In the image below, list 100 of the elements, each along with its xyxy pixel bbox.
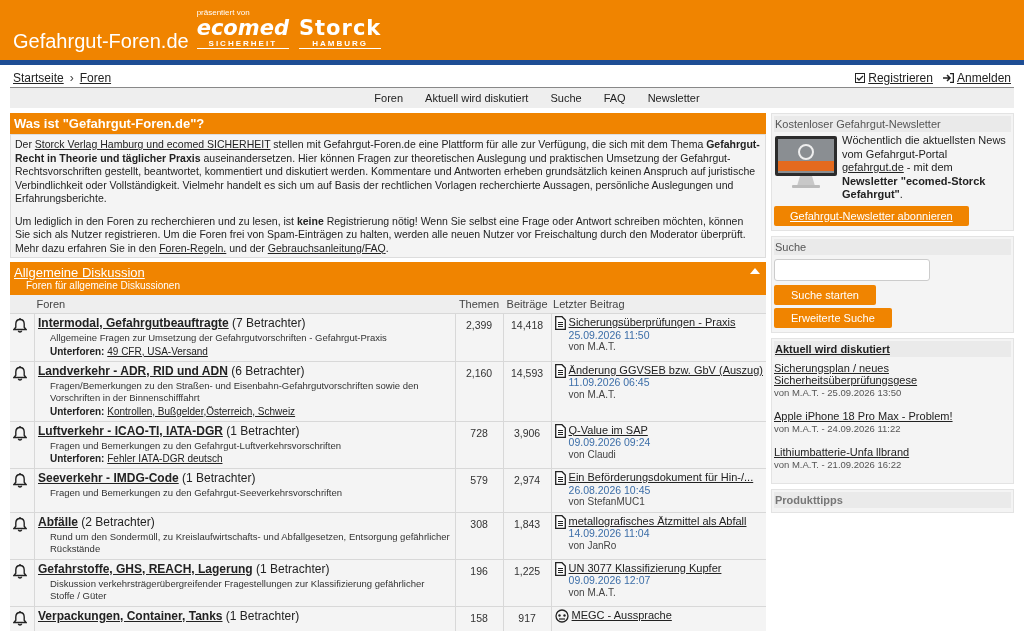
bell-icon[interactable] xyxy=(13,365,27,381)
thread-meta: von M.A.T. - 24.09.2026 11:22 xyxy=(774,422,902,435)
post-author: von JanRo xyxy=(568,539,618,552)
list-comma: , xyxy=(203,405,207,417)
category-subtitle: Foren für allgemeine Diskussionen xyxy=(25,280,180,291)
post-count: 3,906 xyxy=(513,426,541,439)
last-post-link[interactable]: UN 3077 Klassifizierung Kupfer xyxy=(568,561,722,574)
post-author: von Claudi xyxy=(568,448,617,461)
collapse-icon[interactable] xyxy=(750,268,760,274)
post-count: 917 xyxy=(518,611,536,624)
last-post-link[interactable]: Änderung GGVSEB bzw. GbV (Auszug) xyxy=(568,363,763,376)
panel-title: Kostenloser Gefahrgut-Newsletter xyxy=(774,116,1011,132)
forum-title[interactable]: Abfälle xyxy=(38,514,78,529)
thread-link[interactable]: Lithiumbatterie-Unfa llbrand xyxy=(774,446,910,459)
last-post-link[interactable]: MEGC - Aussprache xyxy=(571,608,672,621)
forum-title[interactable]: Landverkehr - ADR, RID und ADN xyxy=(38,363,228,378)
bell-icon[interactable] xyxy=(13,318,27,333)
post-count: 2,974 xyxy=(513,474,541,486)
subforum-link[interactable]: 49 CFR, USA-Versand xyxy=(107,345,208,357)
thread-link[interactable]: Sicherungsplan / neues Sicherheitsüberprüfungsgese xyxy=(774,361,1011,387)
subforum-link[interactable]: Fehler IATA-DGR deutsch xyxy=(107,453,223,464)
register-link[interactable]: Registrieren xyxy=(855,70,933,85)
last-post-link[interactable]: metallografisches Ätzmittel als Abfall xyxy=(568,514,747,527)
column-header: Beiträge xyxy=(506,298,548,310)
presented-by-text: präsentiert von xyxy=(196,7,251,17)
topic-count: 158 xyxy=(470,611,488,624)
post-date: 25.09.2026 11:50 xyxy=(568,328,651,341)
subforums-label: Unterforen: xyxy=(50,405,105,417)
monitor-drawing xyxy=(774,134,838,190)
viewer-count: (2 Betrachter) xyxy=(81,514,155,529)
forum-title[interactable]: Intermodal, Gefahrgutbeauftragte xyxy=(38,316,229,330)
column-header: Themen xyxy=(458,298,500,310)
text-link[interactable]: Gebrauchsanleitung/FAQ xyxy=(267,241,386,254)
forum-title[interactable]: Luftverkehr - ICAO-TI, IATA-DGR xyxy=(38,423,223,438)
breadcrumb-separator: › xyxy=(69,70,74,85)
viewer-count: (1 Betrachter) xyxy=(256,561,330,576)
forum-description: Fragen und Bemerkungen zu den Gefahrgut-Seeverkehrsvorschriften xyxy=(49,487,344,500)
panel-title: Produkttipps xyxy=(774,492,1011,508)
viewer-count: (7 Betrachter) xyxy=(232,316,306,330)
post-author: von StefanMUC1 xyxy=(568,496,646,509)
text-link[interactable]: Storck Verlag Hamburg und ecomed SICHERHEIT xyxy=(34,138,271,150)
nav-link[interactable]: Newsletter xyxy=(647,92,700,104)
newsletter-text: Wöchentlich die aktuellsten News vom Gefahrgut-Portal gefahrgut.de - mit dem Newsletter "ecomed-Storck Gefahrgut". xyxy=(842,134,1007,202)
topic-count: 196 xyxy=(470,564,488,577)
post-count: 14,418 xyxy=(511,319,544,331)
topic-count: 2,399 xyxy=(465,319,493,331)
subforums-label: Unterforen: xyxy=(50,453,105,464)
last-post-link[interactable]: Ein Beförderungsdokument für Hin-/... xyxy=(568,471,754,484)
breadcrumb-link[interactable]: Foren xyxy=(79,70,112,85)
forum-title[interactable]: Seeverkehr - IMDG-Code xyxy=(38,471,179,485)
nav-link[interactable]: FAQ xyxy=(603,92,626,104)
forum-description: Diskussion verkehrsträgerübergreifender Fragestellungen zur Klassifizierung gefährlicher Stoffe / Güter xyxy=(49,577,426,603)
post-date: 09.09.2026 09:24 xyxy=(568,436,651,449)
text-link[interactable]: gefahrgut.de xyxy=(842,161,904,173)
nav-link[interactable]: Aktuell wird diskutiert xyxy=(425,92,529,104)
forum-title[interactable]: Verpackungen, Container, Tanks xyxy=(38,608,223,623)
post-author: von M.A.T. xyxy=(568,388,617,401)
topic-count: 2,160 xyxy=(465,366,493,379)
thread-link[interactable]: Apple iPhone 18 Pro Max - Problem! xyxy=(774,410,953,423)
bell-icon[interactable] xyxy=(13,563,27,579)
bell-icon[interactable] xyxy=(13,516,27,532)
panel-title-link[interactable]: Aktuell wird diskutiert xyxy=(774,340,1011,357)
text-link[interactable]: Foren-Regeln. xyxy=(159,241,227,254)
intro-paragraph: Der Storck Verlag Hamburg und ecomed SICHERHEIT stellen mit Gefahrgut-Foren.de eine Plattform für alle zur Verfügung, die sich mit dem Thema Gefahrgut-Recht in Theorie und täglicher Praxis auseinandersetzen. Hier können Fragen zur theoretischen Auslegung und praktischen Umsetzung der Gefahrgut-Rechtsvorschriften gestellt, beantwortet, kommentiert und diskutiert werden. Kommentare und Antworten erheben grundsätzlich keinen Anspruch auf juristische Verbindlichkeit oder Vollständigkeit. Vielmehr handelt es sich um auf Basis der rechtlichen Vorlagen recherchierte Aussagen, persönliche Auslegungen und Erfahrungsberichte. xyxy=(15,138,761,206)
document-icon xyxy=(554,561,566,576)
viewer-count: (1 Betrachter) xyxy=(226,423,300,438)
last-post-link[interactable]: Sicherungsüberprüfungen - Praxis xyxy=(568,316,736,329)
search-field[interactable] xyxy=(774,258,930,281)
viewer-count: (1 Betrachter) xyxy=(182,471,256,485)
section-title: Was ist "Gefahrgut-Foren.de"? xyxy=(14,116,205,131)
document-icon xyxy=(554,316,566,330)
viewer-count: (6 Betrachter) xyxy=(231,363,305,378)
column-header: Foren xyxy=(36,298,66,310)
document-icon xyxy=(554,363,566,378)
topic-count: 308 xyxy=(470,517,488,530)
last-post-link[interactable]: Q-Value im SAP xyxy=(568,423,651,436)
post-date: 11.09.2026 06:45 xyxy=(568,376,651,389)
panel-title: Suche xyxy=(774,238,1011,255)
checkbox-icon xyxy=(855,72,866,83)
forum-description: Fragen/Bemerkungen zu den Straßen- und Eisenbahn-Gefahrgutvorschriften sowie den Vorschriften in der Binnenschifffahrt xyxy=(49,379,420,405)
bell-icon[interactable] xyxy=(13,473,27,488)
column-header: Letzter Beitrag xyxy=(553,298,625,310)
nav-link[interactable]: Foren xyxy=(374,92,404,104)
viewer-count: (1 Betrachter) xyxy=(225,608,300,623)
post-count: 1,225 xyxy=(513,564,541,577)
login-link[interactable]: Anmelden xyxy=(942,70,1011,85)
topic-count: 728 xyxy=(470,426,488,439)
subforum-link[interactable]: Österreich, Schweiz xyxy=(206,405,296,417)
topic-count: 579 xyxy=(470,474,488,486)
bell-icon[interactable] xyxy=(13,425,27,441)
breadcrumb-link[interactable]: Startseite xyxy=(13,70,64,85)
thread-meta: von M.A.T. - 25.09.2026 13:50 xyxy=(774,386,903,399)
nav-link[interactable]: Suche xyxy=(550,92,582,104)
forum-description: Fragen und Bemerkungen zu den Gefahrgut-Luftverkehrsvorschriften xyxy=(49,439,342,452)
forum-title[interactable]: Gefahrstoffe, GHS, REACH, Lagerung xyxy=(38,561,253,576)
document-icon xyxy=(554,514,566,529)
intro-paragraph: Um lediglich in den Foren zu recherchieren und zu lesen, ist keine Registrierung nötig! Wenn Sie selbst eine Frage oder Antwort schreiben möchten, können Sie sich als Nutzer registrieren. Um die Foren frei von Spam-Einträgen zu halten, werden alle neuen Nutzer vor Freischaltung durch den Moderator überprüft. Mehr dazu erfahren Sie in den Foren-Regeln. und der Gebrauchsanleitung/FAQ. xyxy=(15,214,747,255)
post-date: 09.09.2026 12:07 xyxy=(568,574,652,587)
bell-icon[interactable] xyxy=(13,610,27,626)
subforums-label: Unterforen: xyxy=(50,345,105,357)
